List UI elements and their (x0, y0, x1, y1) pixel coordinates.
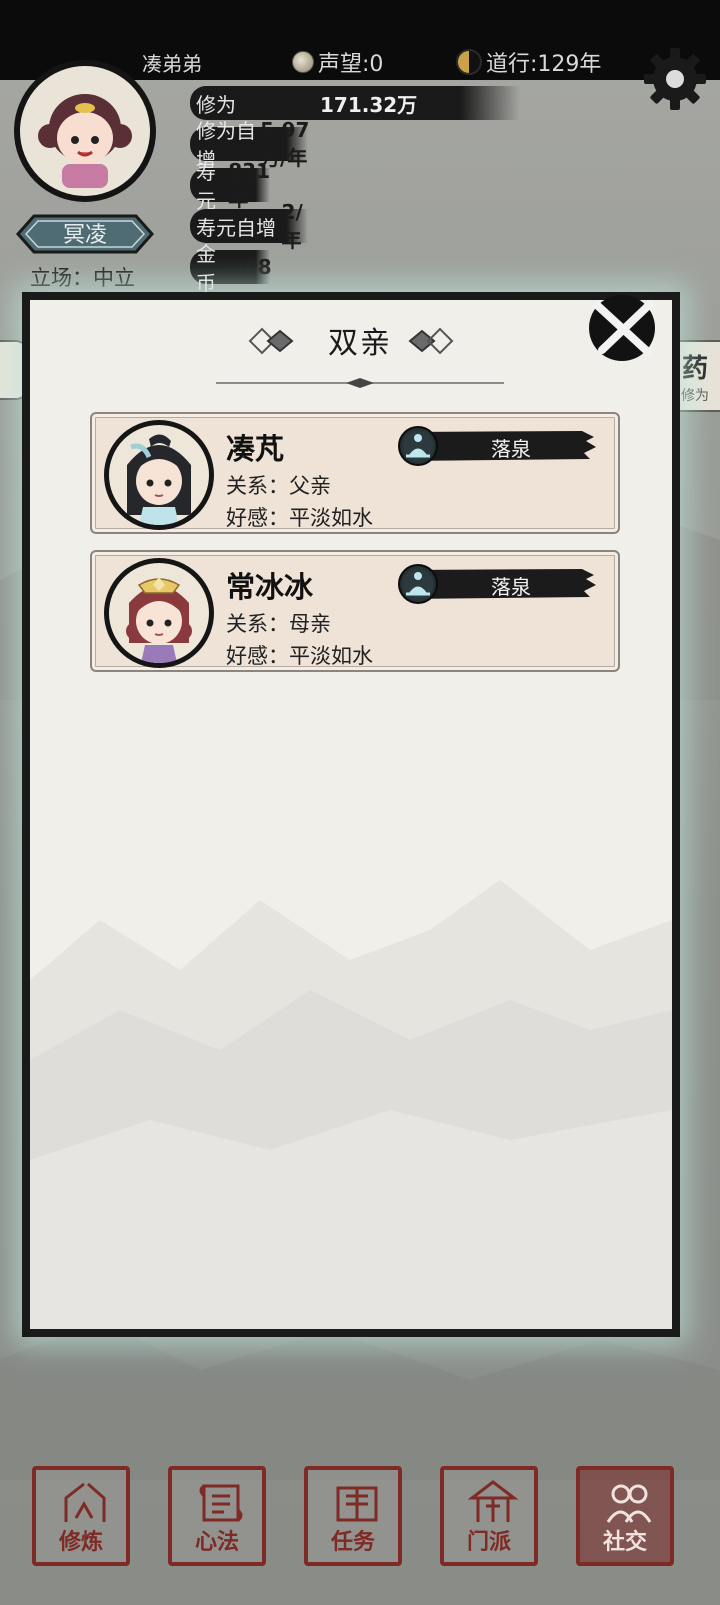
female-character-icon (126, 577, 192, 663)
daoxing-text: 道行:129年 (486, 52, 602, 77)
relative-relation: 关系：母亲 (226, 612, 331, 636)
quest-seal-icon (336, 1486, 378, 1522)
stat-row-lifespan: 寿元 831年 (190, 159, 270, 213)
nav-method[interactable]: 心法 (168, 1466, 266, 1566)
ink-mountain-decoration (30, 880, 672, 1329)
title-badge-text: 冥凌 (63, 223, 107, 248)
stat-value: 831年 (228, 158, 270, 211)
relative-name: 常冰冰 (226, 570, 314, 604)
relative-name: 凑芃 (226, 432, 285, 466)
title-divider (216, 378, 504, 388)
nav-label: 任务 (330, 1530, 375, 1555)
meditation-icon (398, 564, 438, 604)
player-avatar[interactable] (14, 60, 156, 202)
nav-social[interactable]: 社交 (576, 1466, 674, 1566)
relative-affinity: 好感：平淡如水 (226, 506, 373, 530)
nav-quest[interactable]: 任务 (304, 1466, 402, 1566)
relative-portrait (104, 420, 214, 530)
relative-relation: 关系：父亲 (226, 474, 331, 498)
title-badge-frame: 冥凌 (15, 214, 155, 254)
meditation-icon (398, 426, 438, 466)
stat-label: 修为 (196, 92, 236, 117)
social-seal-icon (606, 1484, 652, 1523)
taiji-icon (456, 49, 482, 75)
scroll-seal-icon (199, 1484, 243, 1522)
male-character-icon (127, 434, 191, 525)
stat-row-gold: 金币 5608 (190, 242, 272, 295)
nav-label: 社交 (602, 1530, 647, 1555)
nav-label: 修炼 (58, 1530, 103, 1555)
cultivate-seal-icon (64, 1482, 106, 1522)
daoxing-stat: 道行:129年 (456, 46, 601, 78)
relative-portrait (104, 558, 214, 668)
nav-label: 心法 (194, 1530, 239, 1555)
dialog-title: 双亲 (328, 326, 392, 361)
relative-affinity: 好感：平淡如水 (226, 644, 373, 668)
settings-gear-icon[interactable] (640, 44, 710, 114)
stance-label: 立场：中立 (30, 266, 135, 290)
nav-sect[interactable]: 门派 (440, 1466, 538, 1566)
nav-cultivate[interactable]: 修炼 (32, 1466, 130, 1566)
realm-text: 落泉 (491, 575, 531, 599)
reputation-text: 声望:0 (318, 52, 384, 77)
realm-text: 落泉 (491, 437, 531, 461)
stat-label: 寿元自增 (196, 215, 276, 240)
sect-seal-icon (467, 1480, 519, 1522)
stat-label: 寿元 (196, 160, 216, 213)
relative-card-mother[interactable]: 常冰冰 关系：母亲 好感：平淡如水 落泉 (90, 550, 620, 672)
player-name: 凑弟弟 (142, 52, 202, 76)
realm-tag: 落泉 (396, 426, 596, 466)
stat-value: 5608 (216, 255, 272, 279)
nav-label: 门派 (466, 1530, 511, 1555)
realm-tag: 落泉 (396, 564, 596, 604)
stat-value: 2/年 (281, 199, 303, 252)
relative-card-father[interactable]: 凑芃 关系：父亲 好感：平淡如水 落泉 (90, 412, 620, 534)
reputation-coin-icon (292, 51, 314, 73)
stat-label: 金币 (196, 242, 216, 295)
reputation-stat: 声望:0 (292, 46, 383, 78)
player-portrait-icon (38, 94, 132, 188)
stat-value: 171.32万 (320, 92, 418, 117)
